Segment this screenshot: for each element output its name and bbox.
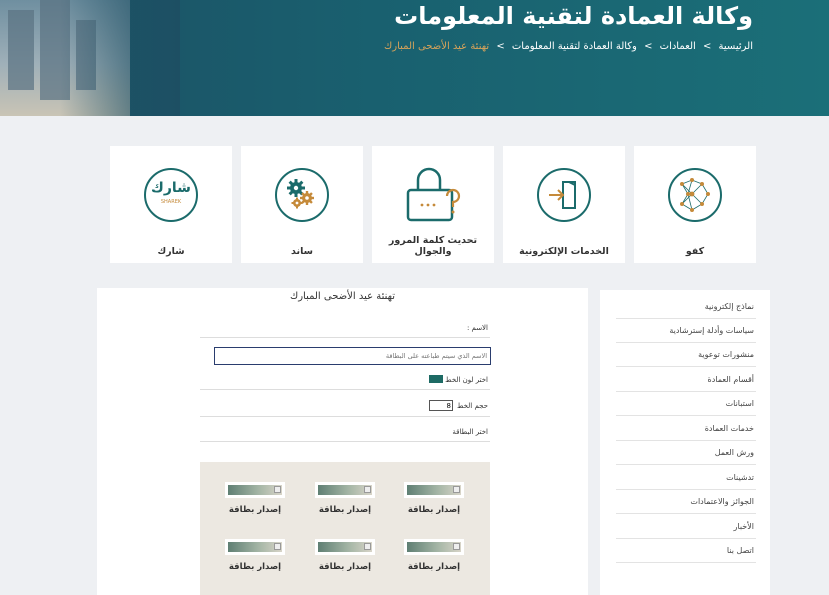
name-label: الاسم :: [466, 324, 488, 332]
gears-icon: [275, 168, 329, 222]
sidebar-item-workshops[interactable]: ورش العمل: [616, 441, 756, 465]
issue-card-button[interactable]: إصدار بطاقة: [404, 505, 464, 515]
card-thumbnail[interactable]: [225, 539, 285, 555]
card-template: إصدار بطاقة: [315, 482, 375, 515]
sidebar-menu: نماذج إلكترونية سياسات وأدلة إسترشادية م…: [600, 290, 770, 595]
card-thumbnail[interactable]: [404, 482, 464, 498]
sidebar-item-publications[interactable]: منشورات توعوية: [616, 343, 756, 367]
service-label: كفو: [685, 246, 705, 257]
issue-card-button[interactable]: إصدار بطاقة: [225, 562, 285, 572]
issue-card-button[interactable]: إصدار بطاقة: [315, 505, 375, 515]
greeting-card-panel: تهنئة عيد الأضحى المبارك الاسم : اختر لو…: [97, 288, 588, 595]
card-select-row: اختر البطاقة: [200, 420, 490, 442]
breadcrumb-home[interactable]: الرئيسية: [719, 41, 753, 52]
card-thumbnail[interactable]: [315, 482, 375, 498]
breadcrumb-separator: >: [702, 41, 712, 52]
issue-card-button[interactable]: إصدار بطاقة: [315, 562, 375, 572]
card-thumbnail[interactable]: [315, 539, 375, 555]
font-size-input[interactable]: [429, 400, 453, 411]
sidebar-item-news[interactable]: الأخبار: [616, 515, 756, 539]
breadcrumb: الرئيسية > العمادات > وكالة العمادة لتقن…: [384, 41, 753, 52]
breadcrumb-separator: >: [644, 41, 653, 52]
issue-card-button[interactable]: إصدار بطاقة: [404, 562, 464, 572]
service-label: ساند: [291, 246, 313, 257]
service-label: الخدمات الإلكترونية: [519, 246, 609, 257]
sidebar-item-services[interactable]: خدمات العمادة: [616, 417, 756, 441]
service-label: شارك: [157, 246, 185, 257]
page-header: وكالة العمادة لتقنية المعلومات الرئيسية …: [0, 0, 829, 116]
share-logo-icon: شارك SHAREK: [144, 168, 198, 222]
service-card-sanad[interactable]: ساند: [241, 146, 363, 263]
sidebar-item-awards[interactable]: الجوائز والاعتمادات: [616, 490, 756, 514]
card-template: إصدار بطاقة: [225, 539, 285, 572]
name-row: الاسم :: [200, 318, 490, 338]
card-template: إصدار بطاقة: [404, 539, 464, 572]
name-input[interactable]: [214, 347, 491, 365]
breadcrumb-separator: >: [496, 41, 505, 52]
font-color-picker[interactable]: [429, 375, 443, 383]
card-templates-area: إصدار بطاقة إصدار بطاقة إصدار بطاقة إصدا…: [200, 462, 490, 595]
service-card-sharek[interactable]: شارك SHAREK شارك: [110, 146, 232, 263]
service-card-password-update[interactable]: تحديث كلمة المرور والجوال: [372, 146, 494, 263]
exit-door-icon: [537, 168, 591, 222]
card-thumbnail[interactable]: [225, 482, 285, 498]
service-card-eservices[interactable]: الخدمات الإلكترونية: [503, 146, 625, 263]
color-row: اختر لون الخط: [200, 368, 490, 390]
service-card-kafu[interactable]: كفو: [634, 146, 756, 263]
sidebar-item-contact[interactable]: اتصل بنا: [616, 539, 756, 563]
sidebar-item-policies[interactable]: سياسات وأدلة إسترشادية: [616, 319, 756, 343]
page-title: وكالة العمادة لتقنية المعلومات: [394, 2, 753, 30]
card-template: إصدار بطاقة: [404, 482, 464, 515]
kafu-network-icon: [668, 168, 722, 222]
color-label: اختر لون الخط: [445, 376, 488, 384]
sidebar-item-surveys[interactable]: استبانات: [616, 392, 756, 416]
card-template: إصدار بطاقة: [225, 482, 285, 515]
breadcrumb-current: تهنئة عيد الأضحى المبارك: [384, 41, 490, 52]
sidebar-item-launches[interactable]: تدشينات: [616, 466, 756, 490]
lock-question-icon: [404, 164, 464, 224]
sidebar-item-departments[interactable]: أقسام العمادة: [616, 368, 756, 392]
card-template: إصدار بطاقة: [315, 539, 375, 572]
issue-card-button[interactable]: إصدار بطاقة: [225, 505, 285, 515]
size-label: حجم الخط: [457, 402, 488, 410]
breadcrumb-agency[interactable]: وكالة العمادة لتقنية المعلومات: [512, 41, 637, 52]
sidebar-item-eforms[interactable]: نماذج إلكترونية: [616, 295, 756, 319]
breadcrumb-deanships[interactable]: العمادات: [660, 41, 696, 52]
card-thumbnail[interactable]: [404, 539, 464, 555]
card-select-label: اختر البطاقة: [452, 428, 488, 436]
panel-title: تهنئة عيد الأضحى المبارك: [289, 291, 396, 302]
service-label: تحديث كلمة المرور والجوال: [388, 235, 478, 257]
